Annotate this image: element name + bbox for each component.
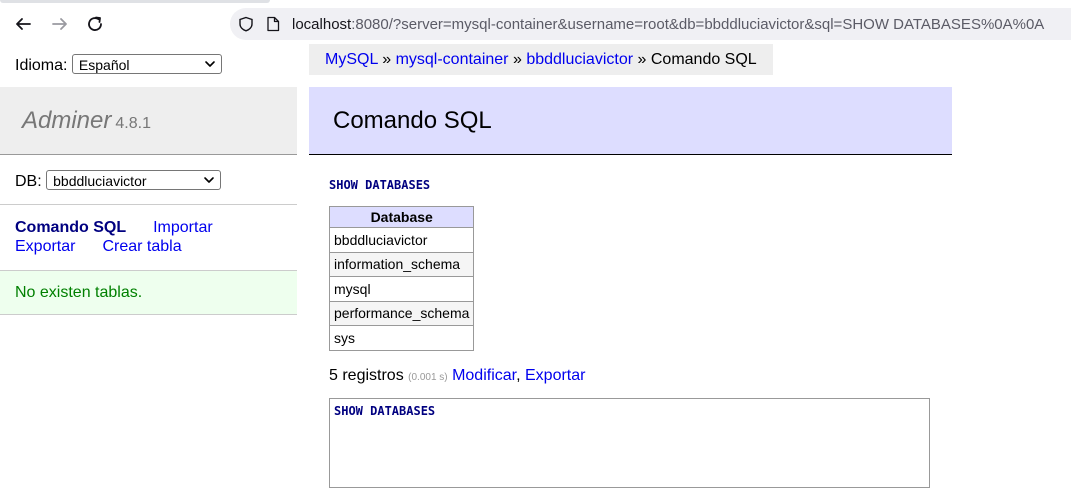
column-header[interactable]: Database	[328, 206, 475, 228]
modify-link[interactable]: Modificar	[452, 367, 516, 384]
forward-button[interactable]	[47, 11, 73, 37]
page-title: Comando SQL	[333, 107, 492, 134]
reload-button[interactable]	[82, 11, 108, 37]
sidebar-links: Comando SQL Importar Exportar Crear tabla	[15, 218, 213, 256]
executed-query[interactable]: SHOW DATABASES	[329, 178, 430, 192]
no-tables-message: No existen tablas.	[0, 270, 297, 315]
breadcrumb: MySQL » mysql-container » bbddluciavicto…	[309, 44, 773, 75]
reload-icon	[88, 16, 102, 31]
language-label: Idioma:	[15, 57, 68, 74]
app-version: 4.8.1	[115, 115, 151, 132]
chevron-down-icon	[204, 177, 214, 183]
create-table-link[interactable]: Crear tabla	[102, 238, 181, 255]
language-row: Idioma: Español	[15, 54, 222, 75]
browser-toolbar: localhost:8080/?server=mysql-container&u…	[0, 0, 1071, 48]
arrow-right-icon	[52, 18, 67, 30]
results-table: Database bbddluciavictor information_sch…	[328, 206, 475, 351]
db-label: DB:	[15, 173, 42, 190]
url-text[interactable]: localhost:8080/?server=mysql-container&u…	[292, 16, 1044, 33]
page-heading: Comando SQL	[309, 87, 952, 155]
divider	[0, 204, 297, 205]
tab-strip	[0, 0, 270, 3]
shield-icon[interactable]	[238, 16, 254, 32]
breadcrumb-database[interactable]: bbddluciavictor	[526, 51, 633, 68]
row-count: 5 registros	[329, 367, 404, 384]
arrow-left-icon	[16, 18, 31, 30]
export-results-link[interactable]: Exportar	[525, 367, 585, 384]
sql-editor[interactable]: SHOW DATABASES	[329, 398, 930, 488]
db-row: DB: bbddluciavictor	[15, 170, 222, 191]
table-row: performance_schema	[328, 300, 475, 326]
address-bar[interactable]: localhost:8080/?server=mysql-container&u…	[230, 8, 1071, 40]
table-row: information_schema	[328, 251, 475, 277]
query-time: (0.001 s)	[408, 372, 448, 383]
db-select[interactable]: bbddluciavictor	[46, 170, 222, 190]
chevron-down-icon	[205, 61, 215, 67]
table-row: mysql	[328, 276, 475, 302]
breadcrumb-server[interactable]: mysql-container	[396, 51, 509, 68]
app-header: Adminer 4.8.1	[0, 87, 297, 155]
table-row: sys	[328, 325, 475, 351]
language-select[interactable]: Español	[71, 54, 222, 74]
sql-command-link[interactable]: Comando SQL	[15, 219, 126, 236]
breadcrumb-mysql[interactable]: MySQL	[325, 51, 378, 68]
app-logo[interactable]: Adminer 4.8.1	[22, 107, 151, 135]
export-link[interactable]: Exportar	[15, 238, 75, 255]
sql-editor-text[interactable]: SHOW DATABASES	[334, 404, 435, 418]
back-button[interactable]	[10, 11, 36, 37]
page-icon[interactable]	[266, 16, 280, 32]
breadcrumb-current: Comando SQL	[650, 51, 757, 68]
table-row: bbddluciavictor	[328, 227, 475, 253]
import-link[interactable]: Importar	[153, 219, 213, 236]
result-summary: 5 registros (0.001 s) Modificar, Exporta…	[329, 367, 586, 384]
